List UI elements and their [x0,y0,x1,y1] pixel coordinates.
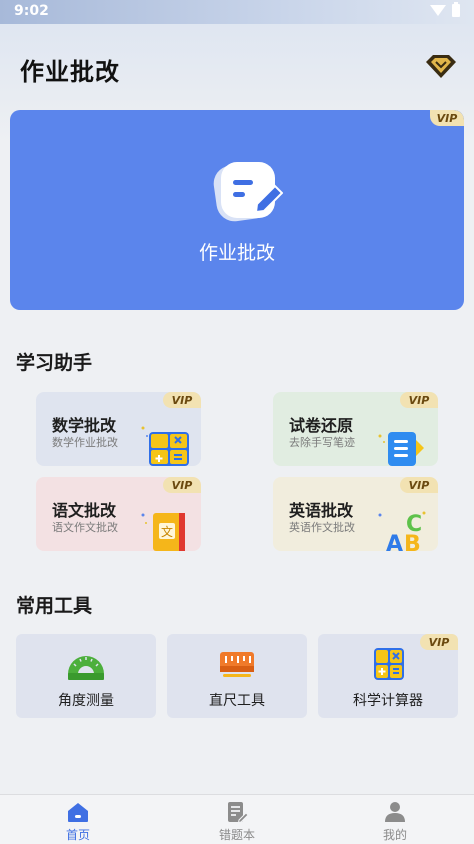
paper-restore-card[interactable]: VIP 试卷还原 去除手写笔迹 [273,392,438,466]
calculator-icon [374,648,404,680]
notebook-edit-icon [228,802,249,823]
card-title: 试卷还原 [289,416,354,435]
user-icon [385,802,405,822]
diamond-crown-icon [426,55,456,78]
protractor-icon [68,656,104,680]
chinese-correction-card[interactable]: VIP 语文批改 语文作文批改 文 [36,477,201,551]
english-correction-card[interactable]: VIP 英语批改 英语作文批改 C A B [273,477,438,551]
vip-badge: VIP [430,110,464,126]
page-title: 作业批改 [20,58,120,86]
abc-letters-icon: C A B [378,511,426,551]
chinese-book-icon: 文 [141,513,185,551]
section-title-tools: 常用工具 [16,595,93,617]
banner-label: 作业批改 [198,242,275,264]
svg-text:A: A [386,532,403,551]
svg-text:文: 文 [161,524,173,539]
ruler-icon [220,652,254,677]
battery-icon [452,2,460,17]
vip-badge: VIP [420,634,458,650]
ruler-tool[interactable]: 直尺工具 [167,634,307,718]
bottom-tab-bar: 首页 错题本 我的 [0,794,474,844]
vip-badge: VIP [400,477,438,493]
document-icon [378,432,424,466]
tab-label: 首页 [65,828,90,842]
calculator-icon [141,426,189,466]
svg-text:B: B [404,532,421,551]
vip-crown-button[interactable] [424,52,458,82]
tool-label: 科学计算器 [353,693,423,709]
section-title-study: 学习助手 [16,352,93,374]
tab-home[interactable]: 首页 [18,795,138,844]
homework-edit-icon [213,162,283,222]
angle-measure-tool[interactable]: 角度测量 [16,634,156,718]
vip-badge: VIP [163,392,201,408]
vip-badge: VIP [400,392,438,408]
card-subtitle: 语文作文批改 [52,521,118,534]
tab-profile[interactable]: 我的 [335,795,455,844]
math-correction-card[interactable]: VIP 数学批改 数学作业批改 [36,392,201,466]
home-icon [68,803,88,822]
card-title: 英语批改 [289,501,354,520]
tab-mistake-book[interactable]: 错题本 [177,795,297,844]
wifi-icon [430,5,446,16]
card-subtitle: 英语作文批改 [289,521,355,534]
status-time: 9:02 [14,3,49,19]
tool-label: 直尺工具 [209,693,265,709]
vip-badge: VIP [163,477,201,493]
status-bar: 9:02 [0,0,474,24]
card-title: 语文批改 [52,501,117,520]
tab-label: 我的 [382,828,407,842]
card-subtitle: 去除手写笔迹 [289,436,355,449]
tool-label: 角度测量 [58,693,114,709]
status-icons [430,2,460,17]
scientific-calculator-tool[interactable]: VIP 科学计算器 [318,634,458,718]
card-subtitle: 数学作业批改 [52,436,118,449]
card-title: 数学批改 [52,416,117,435]
tab-label: 错题本 [218,828,255,842]
homework-correction-banner[interactable]: VIP 作业批改 [10,110,464,310]
